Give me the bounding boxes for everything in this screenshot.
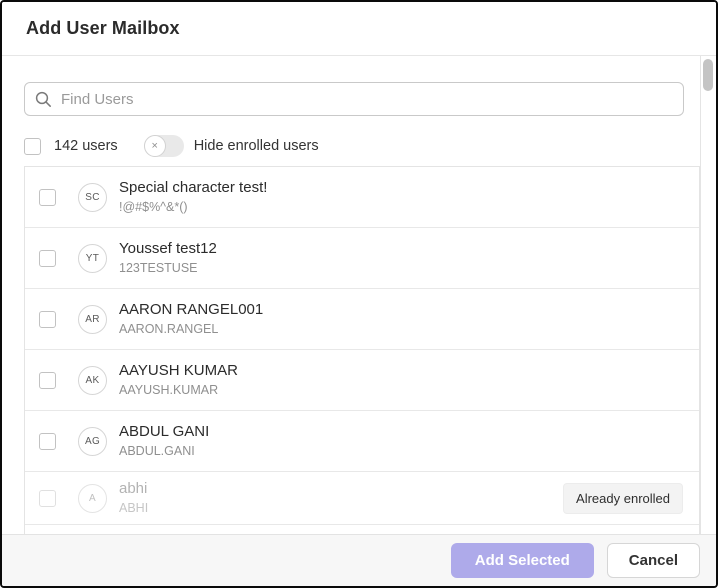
search-icon bbox=[35, 91, 52, 108]
user-name: AARON RANGEL001 bbox=[119, 301, 264, 318]
add-user-mailbox-dialog: Add User Mailbox 142 users × Hide enr bbox=[0, 0, 718, 588]
dialog-title: Add User Mailbox bbox=[26, 18, 180, 38]
user-checkbox[interactable] bbox=[39, 371, 56, 389]
avatar-initials: AK bbox=[85, 374, 100, 386]
user-text: ABDUL GANI ABDUL.GANI bbox=[119, 423, 209, 459]
user-username: ABHI bbox=[119, 500, 149, 515]
user-count-label: 142 users bbox=[54, 138, 118, 154]
user-checkbox[interactable] bbox=[39, 432, 56, 450]
user-name: AAYUSH KUMAR bbox=[119, 362, 238, 379]
avatar: AG bbox=[78, 426, 107, 456]
avatar: AR bbox=[78, 304, 107, 334]
user-text: abhi ABHI bbox=[119, 480, 148, 516]
user-text: Special character test! !@#$%^&*() bbox=[119, 179, 267, 215]
avatar-initials: SC bbox=[85, 191, 100, 203]
user-checkbox[interactable] bbox=[39, 188, 56, 206]
dialog-footer: Add Selected Cancel bbox=[2, 534, 716, 586]
user-name: Youssef test12 bbox=[119, 240, 217, 257]
list-item[interactable]: AK AAYUSH KUMAR AAYUSH.KUMAR bbox=[25, 350, 699, 411]
dialog-body: 142 users × Hide enrolled users SC Speci… bbox=[2, 56, 716, 534]
filter-row: 142 users × Hide enrolled users bbox=[24, 135, 700, 157]
scrollbar[interactable] bbox=[700, 56, 716, 534]
avatar: AK bbox=[78, 365, 107, 395]
toggle-knob: × bbox=[143, 135, 166, 157]
avatar-initials: YT bbox=[85, 252, 100, 264]
search-input[interactable] bbox=[61, 90, 673, 108]
search-box[interactable] bbox=[24, 82, 684, 116]
select-all-checkbox[interactable] bbox=[24, 137, 41, 155]
user-name: abhi bbox=[119, 480, 148, 497]
list-item[interactable]: A abhi ABHI Already enrolled bbox=[25, 472, 699, 525]
user-list: SC Special character test! !@#$%^&*() YT… bbox=[24, 166, 700, 534]
user-checkbox[interactable] bbox=[39, 310, 56, 328]
scrollbar-thumb[interactable] bbox=[703, 59, 713, 91]
avatar-initials: AR bbox=[85, 313, 100, 325]
avatar: SC bbox=[78, 182, 107, 212]
user-username: AAYUSH.KUMAR bbox=[119, 382, 219, 397]
dialog-body-content: 142 users × Hide enrolled users SC Speci… bbox=[2, 56, 700, 534]
user-checkbox[interactable] bbox=[39, 489, 56, 507]
x-icon: × bbox=[151, 139, 158, 152]
avatar-initials: A bbox=[89, 492, 96, 504]
hide-enrolled-label: Hide enrolled users bbox=[193, 138, 319, 154]
avatar: YT bbox=[78, 243, 107, 273]
user-username: ABDUL.GANI bbox=[119, 443, 195, 458]
hide-enrolled-toggle[interactable]: × bbox=[143, 135, 184, 157]
avatar: A bbox=[78, 483, 107, 513]
user-name: ABDUL GANI bbox=[119, 423, 210, 440]
user-username: !@#$%^&*() bbox=[119, 199, 188, 214]
user-username: 123TESTUSE bbox=[119, 260, 198, 275]
user-text: AAYUSH KUMAR AAYUSH.KUMAR bbox=[119, 362, 238, 398]
cancel-button[interactable]: Cancel bbox=[606, 543, 700, 578]
list-item[interactable]: YT Youssef test12 123TESTUSE bbox=[25, 228, 699, 289]
avatar-initials: AG bbox=[84, 435, 101, 447]
list-item[interactable]: AR AARON RANGEL001 AARON.RANGEL bbox=[25, 289, 699, 350]
user-username: AARON.RANGEL bbox=[119, 321, 219, 336]
user-text: Youssef test12 123TESTUSE bbox=[119, 240, 217, 276]
user-text: AARON RANGEL001 AARON.RANGEL bbox=[119, 301, 263, 337]
list-item[interactable]: SC Special character test! !@#$%^&*() bbox=[25, 167, 699, 228]
user-name: Special character test! bbox=[119, 179, 268, 196]
already-enrolled-badge: Already enrolled bbox=[563, 482, 683, 514]
list-item[interactable]: AG ABDUL GANI ABDUL.GANI bbox=[25, 411, 699, 472]
dialog-header: Add User Mailbox bbox=[2, 2, 716, 56]
user-checkbox[interactable] bbox=[39, 249, 56, 267]
add-selected-button[interactable]: Add Selected bbox=[450, 543, 594, 578]
